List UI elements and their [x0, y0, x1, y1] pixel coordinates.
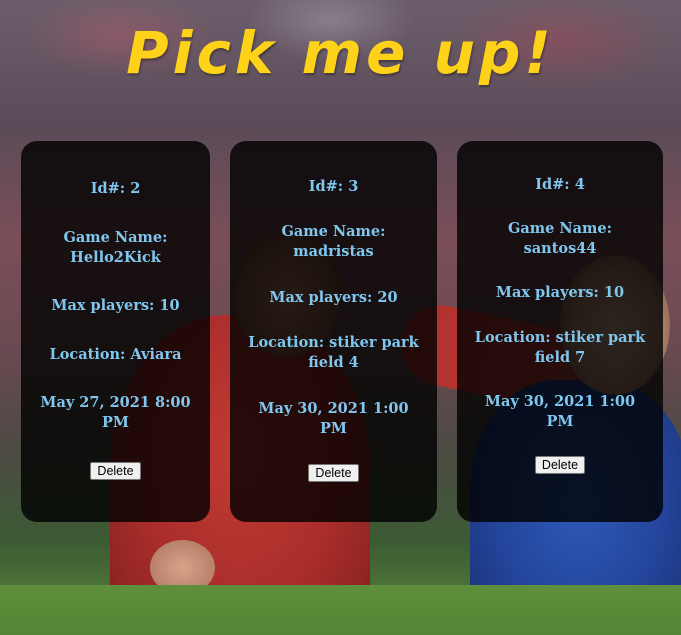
game-location: Location: stiker park field 4	[248, 334, 419, 372]
game-name: Game Name: santos44	[508, 220, 612, 258]
game-id: Id#: 2	[90, 180, 141, 198]
delete-button[interactable]: Delete	[534, 455, 586, 474]
game-datetime: May 30, 2021 1:00 PM	[484, 392, 636, 430]
game-card: Id#: 2 Game Name: Hello2Kick Max players…	[21, 141, 210, 522]
game-card: Id#: 3 Game Name: madristas Max players:…	[230, 141, 437, 522]
game-max-players: Max players: 10	[495, 284, 625, 302]
game-id: Id#: 3	[308, 177, 359, 195]
game-name: Game Name: madristas	[281, 223, 386, 261]
game-datetime: May 27, 2021 8:00 PM	[40, 394, 191, 432]
game-card: Id#: 4 Game Name: santos44 Max players: …	[457, 141, 663, 522]
game-location: Location: stiker park field 7	[474, 328, 646, 366]
page-title: Pick me up!	[126, 19, 555, 87]
game-id: Id#: 4	[535, 176, 585, 194]
game-location: Location: Aviara	[49, 345, 182, 363]
game-name: Game Name: Hello2Kick	[63, 228, 168, 266]
delete-button[interactable]: Delete	[308, 464, 359, 483]
game-max-players: Max players: 20	[269, 288, 398, 306]
game-max-players: Max players: 10	[51, 297, 180, 315]
game-datetime: May 30, 2021 1:00 PM	[258, 399, 409, 437]
delete-button[interactable]: Delete	[90, 461, 141, 480]
grass-field	[0, 585, 681, 635]
